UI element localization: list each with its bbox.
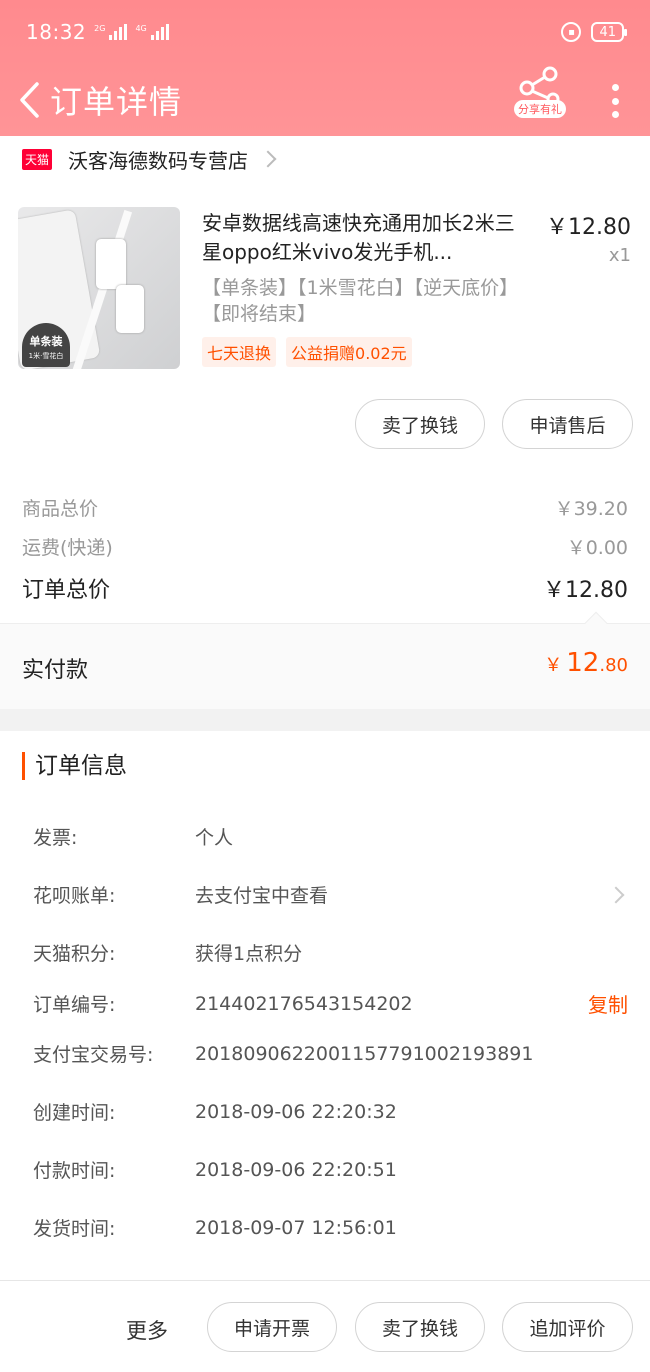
paid-amount-box: 实付款 ￥ 12 .80 bbox=[0, 611, 650, 709]
request-invoice-button[interactable]: 申请开票 bbox=[207, 1302, 337, 1352]
tag-return: 七天退换 bbox=[202, 337, 277, 367]
copy-button[interactable]: 复制 bbox=[588, 989, 628, 1018]
tmall-logo: 天猫 bbox=[22, 148, 53, 170]
bottom-action-bar: 更多 申请开票 卖了换钱 追加评价 bbox=[0, 1280, 650, 1372]
clock: 18:32 bbox=[26, 20, 87, 44]
battery-icon: 41 bbox=[591, 22, 627, 42]
page-title: 订单详情 bbox=[50, 83, 183, 121]
paid-amount: ￥ 12 .80 bbox=[544, 648, 628, 678]
sell-for-cash-bottom-button[interactable]: 卖了换钱 bbox=[355, 1302, 485, 1352]
back-icon[interactable] bbox=[12, 77, 46, 123]
shipping-label: 运费(快递) bbox=[22, 537, 113, 559]
shipping-row: 运费(快递) ￥0.00 bbox=[22, 533, 628, 560]
service-tags: 七天退换 公益捐赠0.02元 bbox=[202, 337, 412, 367]
title-bar: 订单详情 分享有礼 bbox=[0, 64, 650, 136]
goods-total-row: 商品总价 ￥39.20 bbox=[22, 494, 628, 521]
section-divider bbox=[0, 709, 650, 731]
signal-icon-2: 4G bbox=[135, 24, 169, 40]
product-quantity: x1 bbox=[608, 245, 631, 266]
goods-total-value: ￥39.20 bbox=[554, 498, 628, 520]
goods-total-label: 商品总价 bbox=[22, 498, 99, 520]
after-sale-button[interactable]: 申请售后 bbox=[502, 399, 633, 449]
info-row-invoice: 发票: 个人 bbox=[33, 827, 234, 849]
share-badge: 分享有礼 bbox=[514, 100, 566, 118]
paid-label: 实付款 bbox=[22, 658, 89, 683]
sell-for-cash-button[interactable]: 卖了换钱 bbox=[355, 399, 485, 449]
order-info-title: 订单信息 bbox=[22, 752, 127, 780]
info-row-shipped: 发货时间: 2018-09-07 12:56:01 bbox=[33, 1216, 397, 1241]
shop-name: 沃客海德数码专营店 bbox=[68, 148, 249, 173]
more-button[interactable]: 更多 bbox=[126, 1315, 168, 1345]
product-price: ￥12.80 bbox=[546, 215, 631, 240]
order-total-row: 订单总价 ￥12.80 bbox=[22, 572, 628, 604]
product-title: 安卓数据线高速快充通用加长2米三星oppo红米vivo发光手机... bbox=[202, 211, 515, 264]
info-row-alipay-trade: 支付宝交易号: 2018090622001157791002193891 bbox=[33, 1042, 534, 1067]
info-row-paid: 付款时间: 2018-09-06 22:20:51 bbox=[33, 1158, 397, 1183]
lock-icon: ▪ bbox=[561, 22, 582, 42]
chevron-right-icon bbox=[607, 886, 625, 903]
info-row-huabei[interactable]: 花呗账单: 去支付宝中查看 bbox=[33, 881, 628, 908]
header: 18:32 2G 4G ▪ 41 订单详情 分享有礼 bbox=[0, 0, 650, 136]
info-row-created: 创建时间: 2018-09-06 22:20:32 bbox=[33, 1100, 397, 1125]
order-total-label: 订单总价 bbox=[22, 578, 111, 603]
product-thumbnail[interactable]: 单条装 1米·雪花白 bbox=[18, 207, 180, 369]
info-row-order-number: 订单编号: 214402176543154202 复制 bbox=[33, 989, 628, 1018]
tag-charity: 公益捐赠0.02元 bbox=[286, 337, 412, 367]
more-menu-icon[interactable] bbox=[610, 84, 620, 118]
product-item[interactable]: 单条装 1米·雪花白 安卓数据线高速快充通用加长2米三星oppo红米vivo发光手… bbox=[0, 205, 650, 375]
info-row-points: 天猫积分: 获得1点积分 bbox=[33, 943, 303, 965]
status-bar: 18:32 2G 4G ▪ 41 bbox=[0, 0, 650, 64]
shop-row[interactable]: 天猫 沃客海德数码专营店 bbox=[0, 136, 650, 182]
thumb-tag: 单条装 1米·雪花白 bbox=[22, 323, 70, 367]
add-review-button[interactable]: 追加评价 bbox=[502, 1302, 633, 1352]
signal-icon: 2G bbox=[94, 24, 128, 40]
product-sku: 【单条装】【1米雪花白】【逆天底价】【即将结束】 bbox=[202, 277, 519, 325]
order-total-value: ￥12.80 bbox=[543, 578, 628, 603]
share-button[interactable]: 分享有礼 bbox=[512, 66, 568, 132]
shipping-value: ￥0.00 bbox=[566, 537, 628, 559]
chevron-right-icon bbox=[259, 150, 277, 168]
